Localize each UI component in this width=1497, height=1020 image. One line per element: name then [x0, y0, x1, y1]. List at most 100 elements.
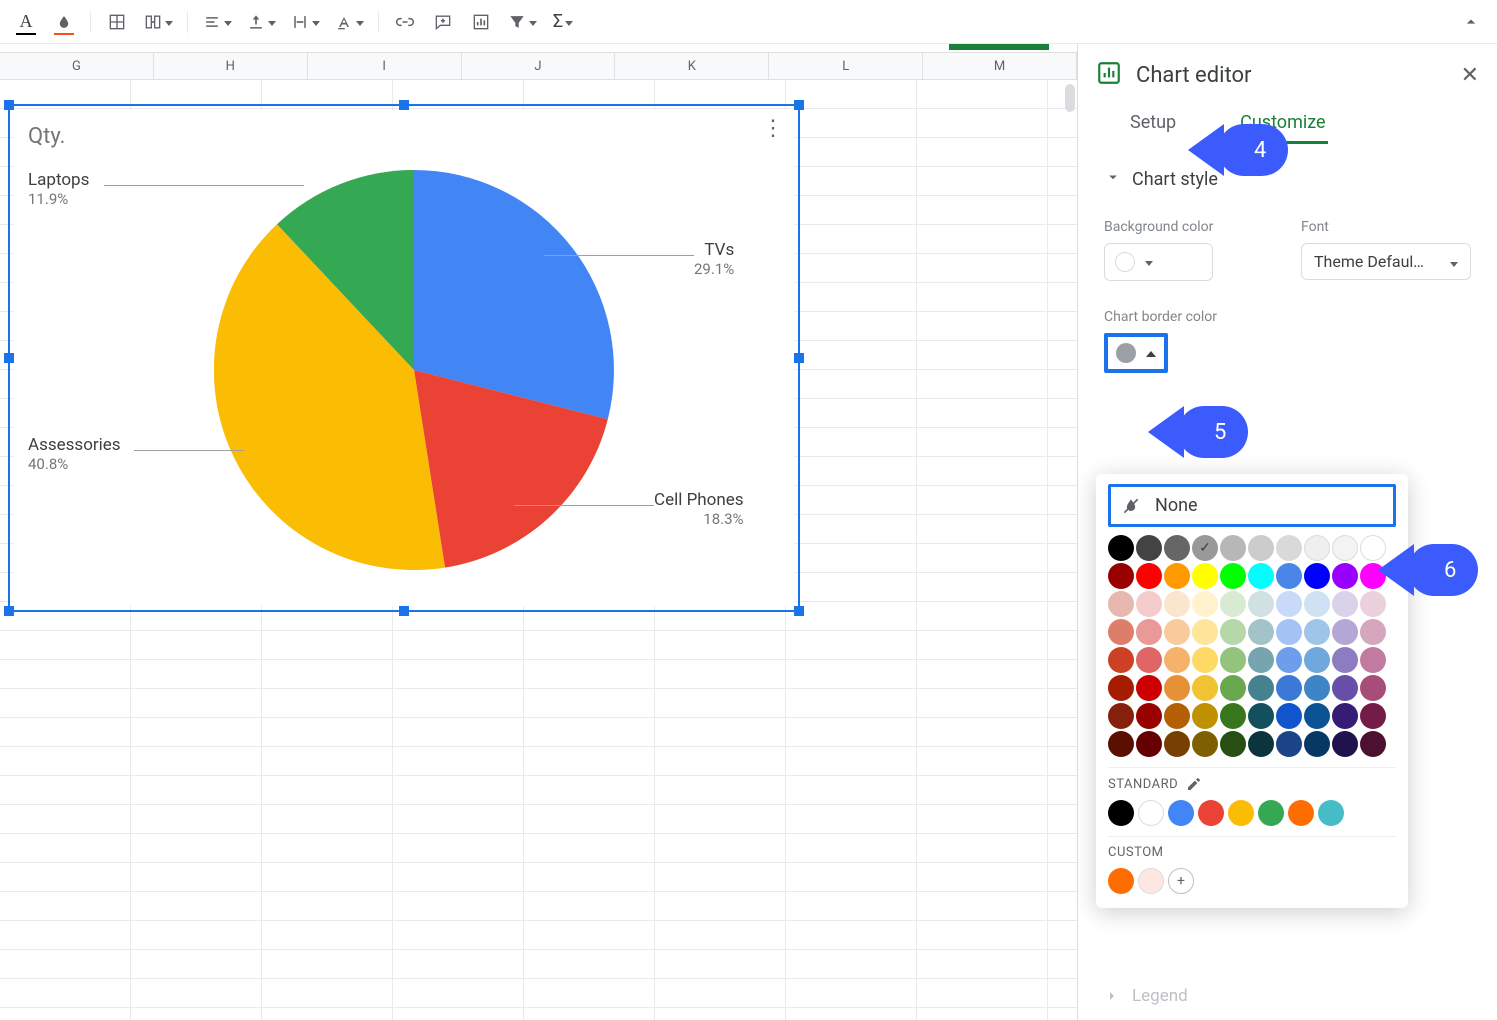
section-legend-collapsed[interactable]: Legend [1078, 978, 1497, 1014]
color-swatch[interactable] [1276, 591, 1302, 617]
color-swatch[interactable] [1304, 647, 1330, 673]
close-panel-button[interactable]: ✕ [1461, 63, 1479, 88]
color-swatch[interactable] [1360, 563, 1386, 589]
color-swatch[interactable] [1304, 703, 1330, 729]
color-swatch[interactable] [1136, 535, 1162, 561]
color-swatch[interactable] [1108, 731, 1134, 757]
color-swatch[interactable] [1136, 675, 1162, 701]
color-swatch[interactable] [1108, 800, 1134, 826]
resize-handle[interactable] [794, 353, 804, 363]
color-swatch[interactable] [1138, 868, 1164, 894]
color-swatch[interactable] [1220, 703, 1246, 729]
color-swatch[interactable] [1164, 647, 1190, 673]
filter-button[interactable] [503, 7, 541, 37]
color-swatch[interactable] [1164, 563, 1190, 589]
color-swatch[interactable] [1220, 535, 1246, 561]
color-swatch[interactable] [1138, 800, 1164, 826]
chart-selection[interactable]: Qty. ⋮ [8, 104, 800, 612]
color-swatch[interactable] [1220, 647, 1246, 673]
color-swatch[interactable] [1220, 619, 1246, 645]
color-swatch[interactable] [1304, 731, 1330, 757]
color-swatch[interactable] [1248, 675, 1274, 701]
color-swatch[interactable] [1108, 563, 1134, 589]
color-swatch[interactable] [1360, 591, 1386, 617]
color-swatch[interactable] [1332, 591, 1358, 617]
color-swatch[interactable] [1164, 731, 1190, 757]
text-wrap-button[interactable] [286, 7, 324, 37]
resize-handle[interactable] [399, 606, 409, 616]
resize-handle[interactable] [399, 100, 409, 110]
color-swatch[interactable] [1136, 647, 1162, 673]
color-swatch[interactable] [1360, 675, 1386, 701]
color-swatch[interactable] [1332, 731, 1358, 757]
color-swatch[interactable] [1258, 800, 1284, 826]
color-swatch[interactable] [1108, 535, 1134, 561]
color-swatch[interactable] [1332, 619, 1358, 645]
color-swatch[interactable] [1248, 731, 1274, 757]
color-swatch[interactable] [1108, 703, 1134, 729]
color-swatch[interactable] [1108, 675, 1134, 701]
chart-menu-button[interactable]: ⋮ [762, 118, 784, 140]
color-swatch[interactable] [1304, 591, 1330, 617]
color-swatch[interactable] [1304, 535, 1330, 561]
color-swatch[interactable] [1360, 731, 1386, 757]
color-swatch[interactable] [1332, 535, 1358, 561]
color-swatch[interactable] [1248, 535, 1274, 561]
insert-link-button[interactable] [389, 7, 421, 37]
color-swatch[interactable] [1276, 731, 1302, 757]
chart-card[interactable]: Qty. ⋮ [14, 110, 794, 606]
color-swatch[interactable] [1164, 619, 1190, 645]
tab-customize[interactable]: Customize [1238, 104, 1327, 144]
color-swatch[interactable] [1276, 563, 1302, 589]
color-swatch[interactable] [1164, 535, 1190, 561]
text-rotation-button[interactable] [330, 7, 368, 37]
color-swatch[interactable] [1248, 619, 1274, 645]
color-swatch[interactable] [1276, 535, 1302, 561]
color-swatch[interactable] [1304, 619, 1330, 645]
color-swatch[interactable] [1332, 675, 1358, 701]
color-swatch[interactable] [1228, 800, 1254, 826]
pencil-icon[interactable] [1186, 776, 1202, 792]
color-swatch[interactable] [1192, 535, 1218, 561]
color-swatch[interactable] [1192, 647, 1218, 673]
insert-comment-button[interactable] [427, 7, 459, 37]
functions-button[interactable]: Σ [547, 7, 579, 37]
color-swatch[interactable] [1164, 591, 1190, 617]
resize-handle[interactable] [794, 100, 804, 110]
color-swatch[interactable] [1318, 800, 1344, 826]
color-swatch[interactable] [1276, 619, 1302, 645]
vertical-align-button[interactable] [242, 7, 280, 37]
tab-setup[interactable]: Setup [1128, 104, 1178, 144]
color-swatch[interactable] [1220, 563, 1246, 589]
section-chart-style[interactable]: Chart style [1078, 150, 1497, 199]
color-swatch[interactable] [1360, 619, 1386, 645]
color-swatch[interactable] [1136, 563, 1162, 589]
color-swatch[interactable] [1332, 703, 1358, 729]
color-swatch[interactable] [1304, 675, 1330, 701]
merge-cells-button[interactable] [139, 7, 177, 37]
color-swatch[interactable] [1360, 535, 1386, 561]
color-swatch[interactable] [1220, 675, 1246, 701]
color-swatch[interactable] [1360, 647, 1386, 673]
color-swatch[interactable] [1304, 563, 1330, 589]
color-swatch[interactable] [1136, 591, 1162, 617]
color-swatch[interactable] [1136, 619, 1162, 645]
color-swatch[interactable] [1164, 675, 1190, 701]
color-swatch[interactable] [1108, 619, 1134, 645]
color-swatch[interactable] [1198, 800, 1224, 826]
sheet-area[interactable]: G H I J K L M Qty. [0, 44, 1077, 1020]
color-none-option[interactable]: None [1108, 484, 1396, 527]
color-swatch[interactable] [1332, 563, 1358, 589]
color-swatch[interactable] [1168, 800, 1194, 826]
color-swatch[interactable] [1248, 703, 1274, 729]
color-swatch[interactable] [1108, 591, 1134, 617]
text-color-button[interactable]: A [10, 7, 42, 37]
color-swatch[interactable] [1332, 647, 1358, 673]
insert-chart-button[interactable] [465, 7, 497, 37]
color-swatch[interactable] [1136, 731, 1162, 757]
collapse-toolbar-button[interactable] [1455, 7, 1487, 37]
color-swatch[interactable] [1108, 868, 1134, 894]
fill-color-button[interactable] [48, 7, 80, 37]
add-custom-color-button[interactable]: + [1168, 868, 1194, 894]
background-color-picker[interactable] [1104, 243, 1213, 281]
